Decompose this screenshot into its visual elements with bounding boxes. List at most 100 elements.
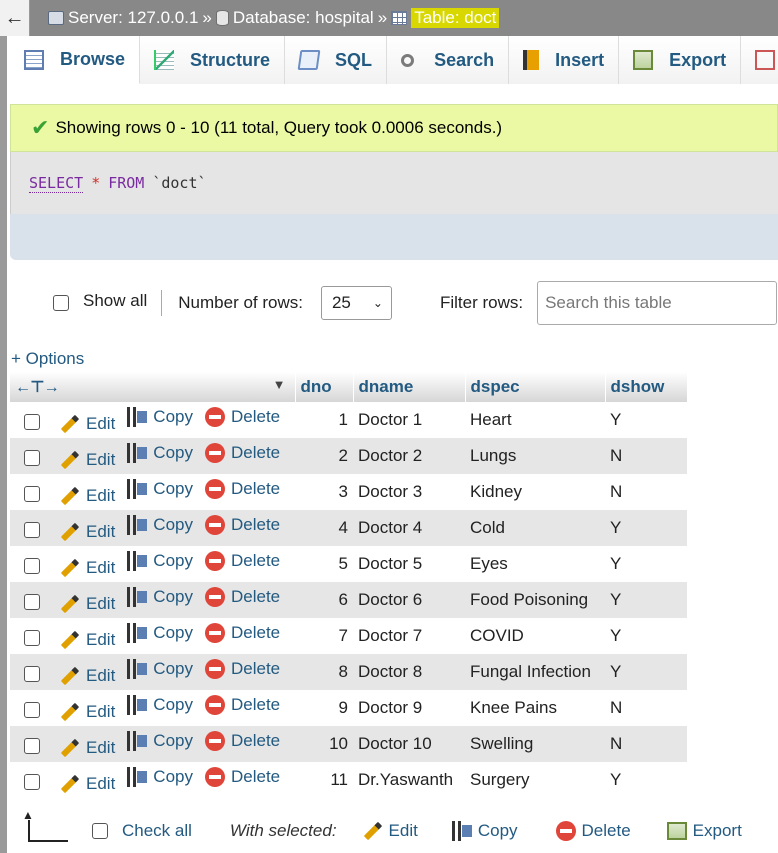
cell-dname[interactable]: Doctor 5 <box>353 546 465 582</box>
cell-dno[interactable]: 4 <box>295 510 353 546</box>
cell-dname[interactable]: Doctor 4 <box>353 510 465 546</box>
cell-dshow[interactable]: Y <box>605 510 687 546</box>
edit-button[interactable]: Edit <box>60 486 115 506</box>
breadcrumb-server-label[interactable]: Server: 127.0.0.1 <box>68 8 198 28</box>
row-checkbox[interactable] <box>24 594 40 611</box>
copy-button[interactable]: Copy <box>127 694 193 715</box>
sql-keyword-select[interactable]: SELECT <box>29 174 84 193</box>
cell-dspec[interactable]: Fungal Infection <box>465 654 605 690</box>
filter-rows-input[interactable]: Search this table <box>537 281 778 325</box>
breadcrumb-database[interactable]: Database: hospital » <box>215 8 391 28</box>
cell-dshow[interactable]: Y <box>605 546 687 582</box>
breadcrumb-server[interactable]: Server: 127.0.0.1 » <box>48 8 216 28</box>
row-checkbox[interactable] <box>24 414 40 431</box>
tab-sql[interactable]: SQL <box>285 36 388 84</box>
edit-button[interactable]: Edit <box>60 630 115 650</box>
column-header-dname[interactable]: dname <box>353 372 466 402</box>
show-all-checkbox[interactable] <box>53 295 69 311</box>
edit-button[interactable]: Edit <box>60 414 115 434</box>
cell-dname[interactable]: Dr.Yaswanth <box>353 762 465 798</box>
copy-button[interactable]: Copy <box>127 766 193 787</box>
cell-dname[interactable]: Doctor 2 <box>353 438 465 474</box>
copy-button[interactable]: Copy <box>127 478 193 499</box>
column-header-dspec[interactable]: dspec <box>465 372 606 402</box>
delete-button[interactable]: Delete <box>204 478 280 499</box>
bulk-export-button[interactable]: Export <box>666 821 742 841</box>
cell-dshow[interactable]: Y <box>605 582 687 618</box>
cell-dname[interactable]: Doctor 1 <box>353 402 465 438</box>
delete-button[interactable]: Delete <box>204 694 280 715</box>
tab-export[interactable]: Export <box>619 36 742 84</box>
edit-button[interactable]: Edit <box>60 558 115 578</box>
back-button[interactable]: ← <box>0 0 30 36</box>
cell-dname[interactable]: Doctor 3 <box>353 474 465 510</box>
cell-dno[interactable]: 3 <box>295 474 353 510</box>
cell-dname[interactable]: Doctor 7 <box>353 618 465 654</box>
cell-dno[interactable]: 8 <box>295 654 353 690</box>
cell-dno[interactable]: 6 <box>295 582 353 618</box>
bulk-copy-button[interactable]: Copy <box>451 821 518 841</box>
cell-dspec[interactable]: COVID <box>465 618 605 654</box>
copy-button[interactable]: Copy <box>127 550 193 571</box>
cell-dno[interactable]: 10 <box>295 726 353 762</box>
edit-button[interactable]: Edit <box>60 522 115 542</box>
cell-dshow[interactable]: N <box>605 690 687 726</box>
tab-search[interactable]: Search <box>387 36 510 84</box>
show-all-label[interactable]: Show all <box>83 291 147 311</box>
cell-dshow[interactable]: Y <box>605 654 687 690</box>
row-checkbox[interactable] <box>24 738 40 755</box>
edit-button[interactable]: Edit <box>60 774 115 794</box>
tab-browse[interactable]: Browse <box>10 36 141 84</box>
edit-button[interactable]: Edit <box>60 594 115 614</box>
copy-button[interactable]: Copy <box>127 586 193 607</box>
copy-button[interactable]: Copy <box>127 406 193 427</box>
cell-dno[interactable]: 11 <box>295 762 353 798</box>
cell-dno[interactable]: 5 <box>295 546 353 582</box>
cell-dshow[interactable]: N <box>605 438 687 474</box>
row-checkbox[interactable] <box>24 666 40 683</box>
tab-more[interactable] <box>741 36 778 84</box>
row-checkbox[interactable] <box>24 522 40 539</box>
sort-dropdown-icon[interactable]: ▼ <box>273 377 286 392</box>
cell-dspec[interactable]: Knee Pains <box>465 690 605 726</box>
number-of-rows-select[interactable]: 25 ⌄ <box>320 286 392 320</box>
delete-button[interactable]: Delete <box>204 730 280 751</box>
bulk-delete-button[interactable]: Delete <box>555 821 631 841</box>
breadcrumb-table[interactable]: Table: doct <box>391 8 500 28</box>
cell-dno[interactable]: 9 <box>295 690 353 726</box>
cell-dspec[interactable]: Surgery <box>465 762 605 798</box>
copy-button[interactable]: Copy <box>127 622 193 643</box>
copy-button[interactable]: Copy <box>127 730 193 751</box>
cell-dname[interactable]: Doctor 10 <box>353 726 465 762</box>
cell-dno[interactable]: 1 <box>295 402 353 438</box>
column-header-dshow[interactable]: dshow <box>605 372 688 402</box>
cell-dshow[interactable]: N <box>605 726 687 762</box>
edit-button[interactable]: Edit <box>60 702 115 722</box>
edit-button[interactable]: Edit <box>60 666 115 686</box>
delete-button[interactable]: Delete <box>204 406 280 427</box>
check-all-checkbox[interactable] <box>92 823 108 839</box>
column-resize-header[interactable]: ←⊤→ ▼ <box>10 372 296 402</box>
delete-button[interactable]: Delete <box>204 586 280 607</box>
cell-dshow[interactable]: Y <box>605 402 687 438</box>
cell-dshow[interactable]: Y <box>605 762 687 798</box>
cell-dname[interactable]: Doctor 8 <box>353 654 465 690</box>
cell-dshow[interactable]: Y <box>605 618 687 654</box>
row-checkbox[interactable] <box>24 702 40 719</box>
delete-button[interactable]: Delete <box>204 550 280 571</box>
cell-dspec[interactable]: Kidney <box>465 474 605 510</box>
copy-button[interactable]: Copy <box>127 514 193 535</box>
delete-button[interactable]: Delete <box>204 658 280 679</box>
cell-dspec[interactable]: Lungs <box>465 438 605 474</box>
breadcrumb-database-label[interactable]: Database: hospital <box>233 8 374 28</box>
tab-insert[interactable]: Insert <box>509 36 620 84</box>
cell-dname[interactable]: Doctor 6 <box>353 582 465 618</box>
delete-button[interactable]: Delete <box>204 622 280 643</box>
cell-dno[interactable]: 7 <box>295 618 353 654</box>
copy-button[interactable]: Copy <box>127 658 193 679</box>
cell-dspec[interactable]: Heart <box>465 402 605 438</box>
breadcrumb-table-label[interactable]: Table: doct <box>411 8 500 28</box>
edit-button[interactable]: Edit <box>60 450 115 470</box>
row-checkbox[interactable] <box>24 486 40 503</box>
tab-structure[interactable]: Structure <box>140 36 286 84</box>
